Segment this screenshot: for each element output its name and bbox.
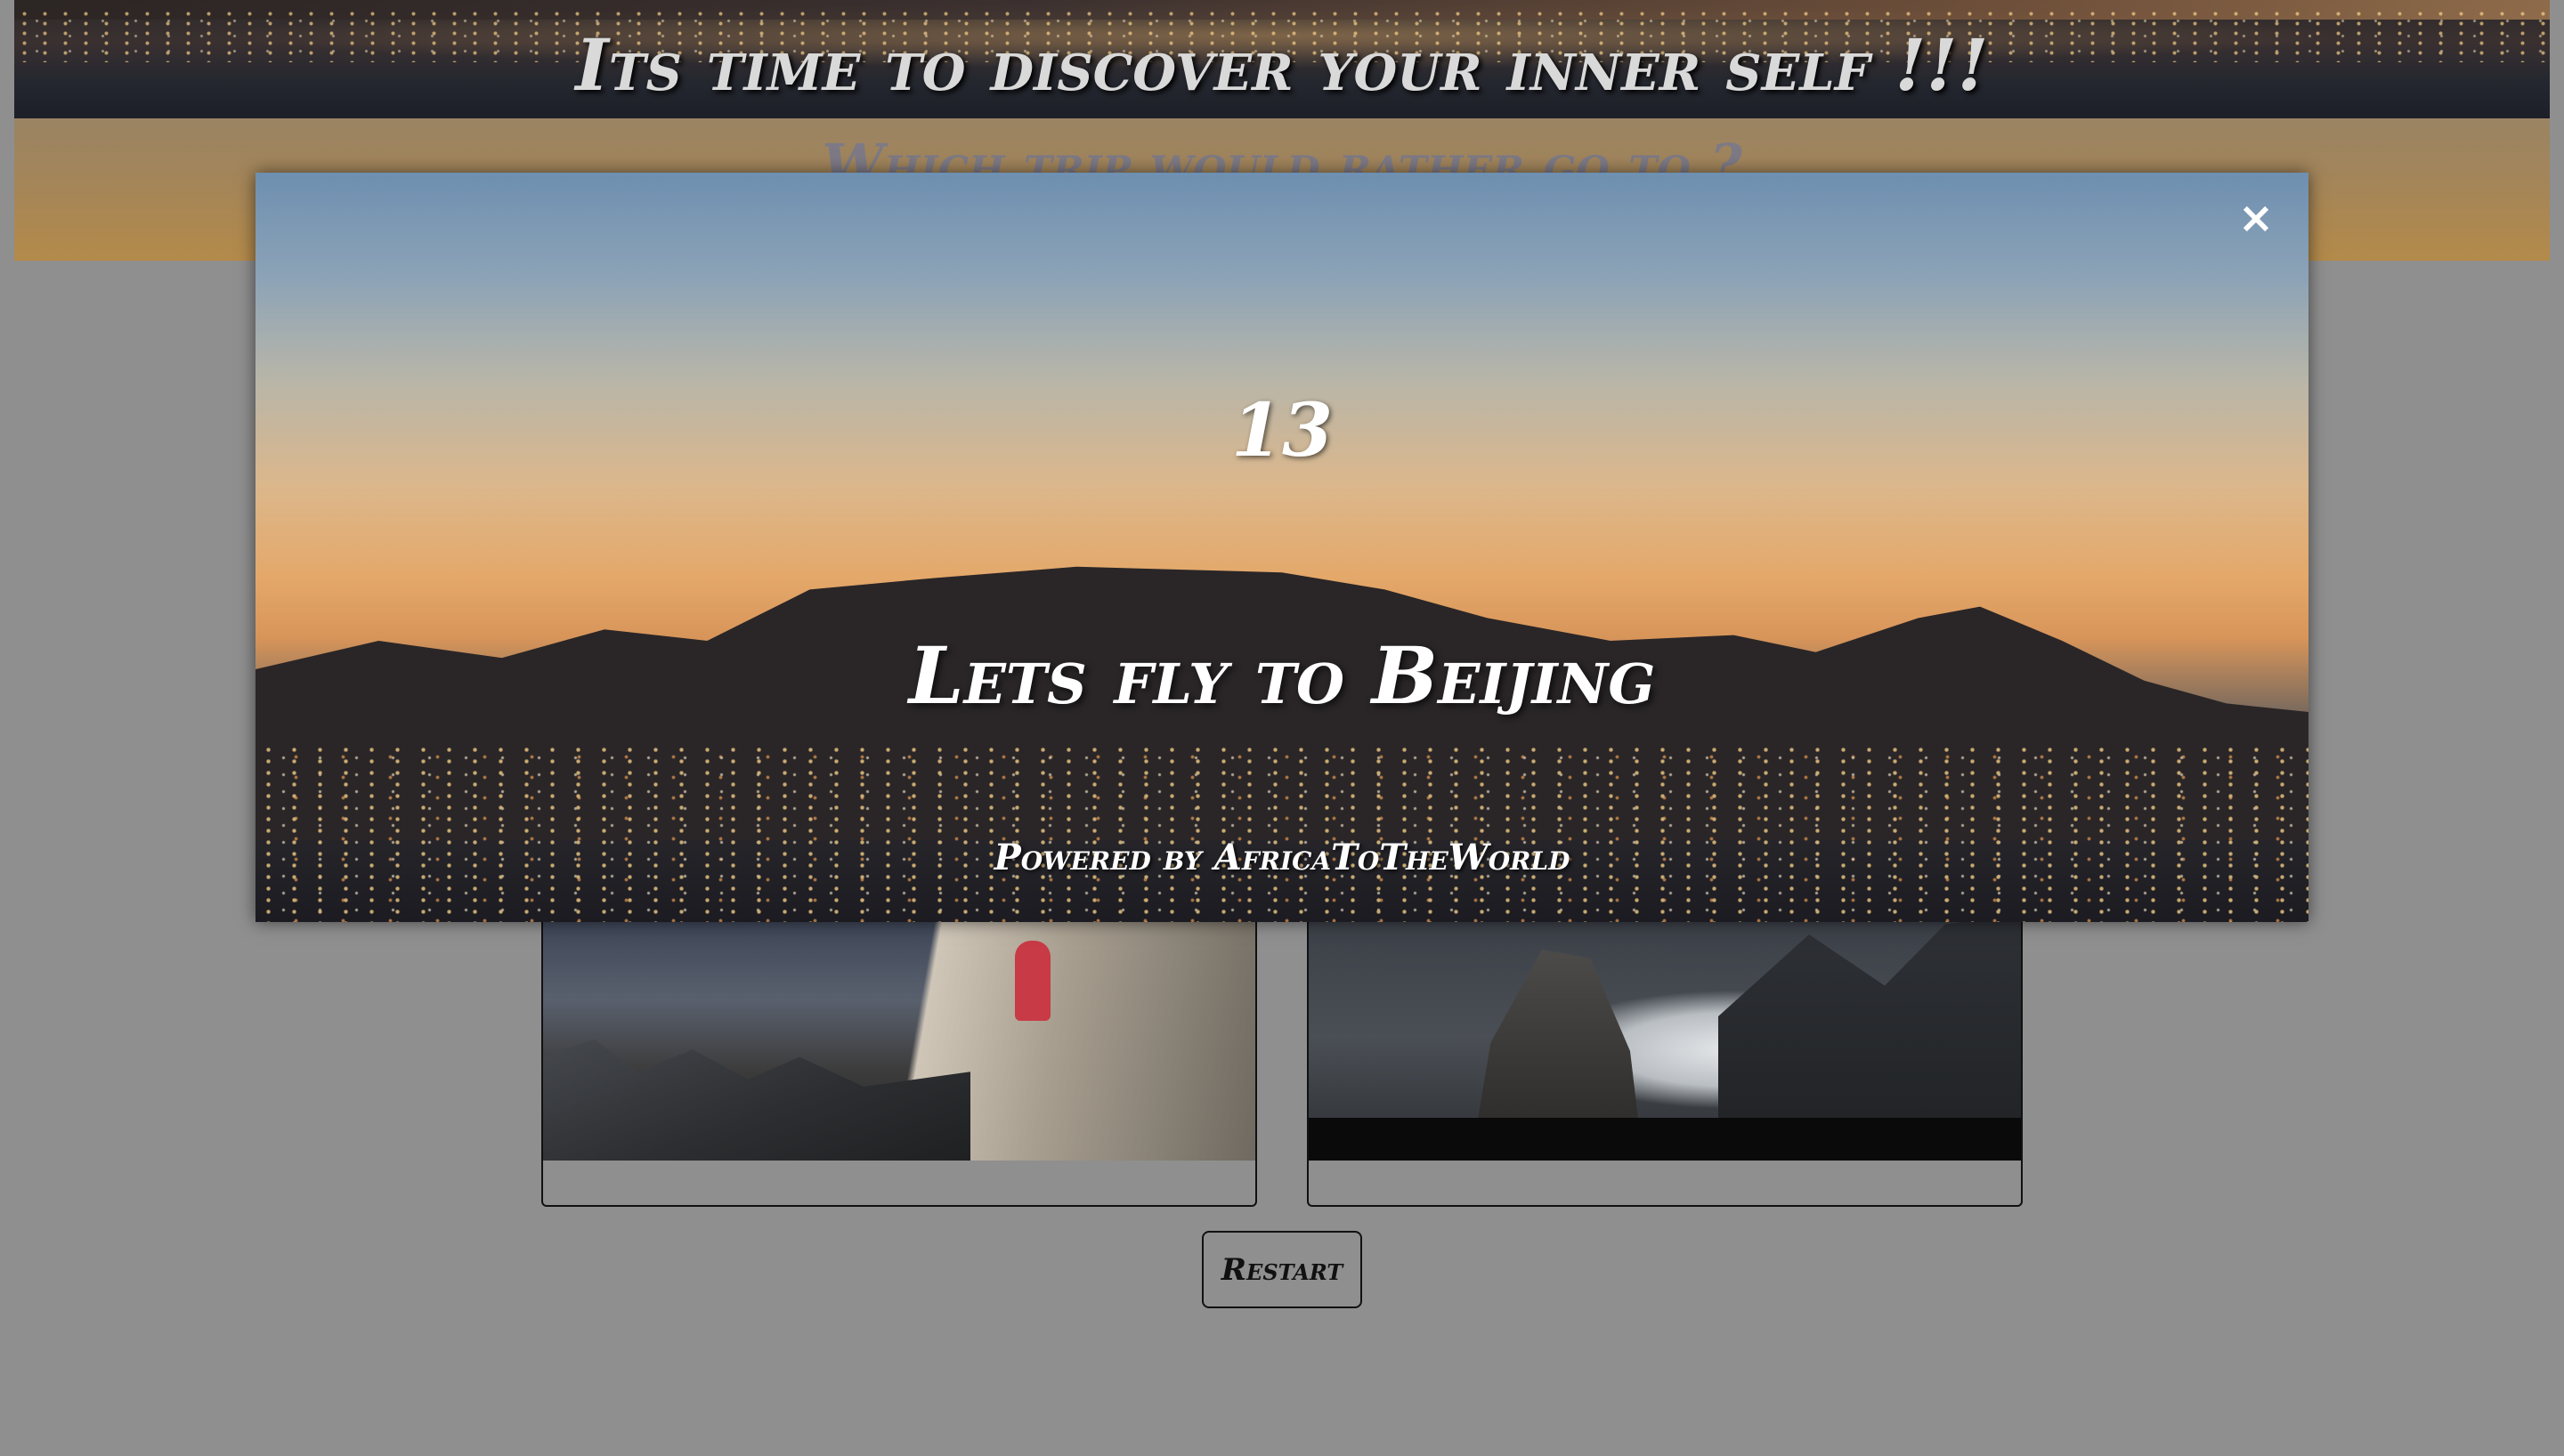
- modal-city-lights: [256, 744, 2308, 922]
- page-title: Its time to discover your inner self !!!: [575, 23, 1989, 107]
- mountain-ridge: [543, 1039, 970, 1161]
- result-headline: Lets fly to Beijing: [908, 629, 1656, 722]
- mountain-peaks: [1718, 914, 2021, 1119]
- close-icon[interactable]: ×: [2234, 193, 2278, 243]
- header-banner: Its time to discover your inner self !!!: [14, 0, 2550, 118]
- trip-option-card-right[interactable]: [1307, 912, 2023, 1207]
- trip-option-image-right[interactable]: [1309, 914, 2021, 1161]
- trip-option-image-left[interactable]: [543, 914, 1255, 1161]
- restart-button[interactable]: Restart: [1202, 1231, 1362, 1308]
- trip-option-card-left[interactable]: [541, 912, 1257, 1207]
- powered-by-text: Powered by AfricaToTheWorld: [994, 837, 1570, 878]
- result-number: 13: [1230, 388, 1334, 473]
- image-letterbox-bar: [1309, 1118, 2021, 1161]
- hiker-figure: [1015, 941, 1051, 1021]
- result-modal: × 13 Lets fly to Beijing Powered by Afri…: [256, 173, 2308, 922]
- rock-pillar: [1478, 950, 1638, 1119]
